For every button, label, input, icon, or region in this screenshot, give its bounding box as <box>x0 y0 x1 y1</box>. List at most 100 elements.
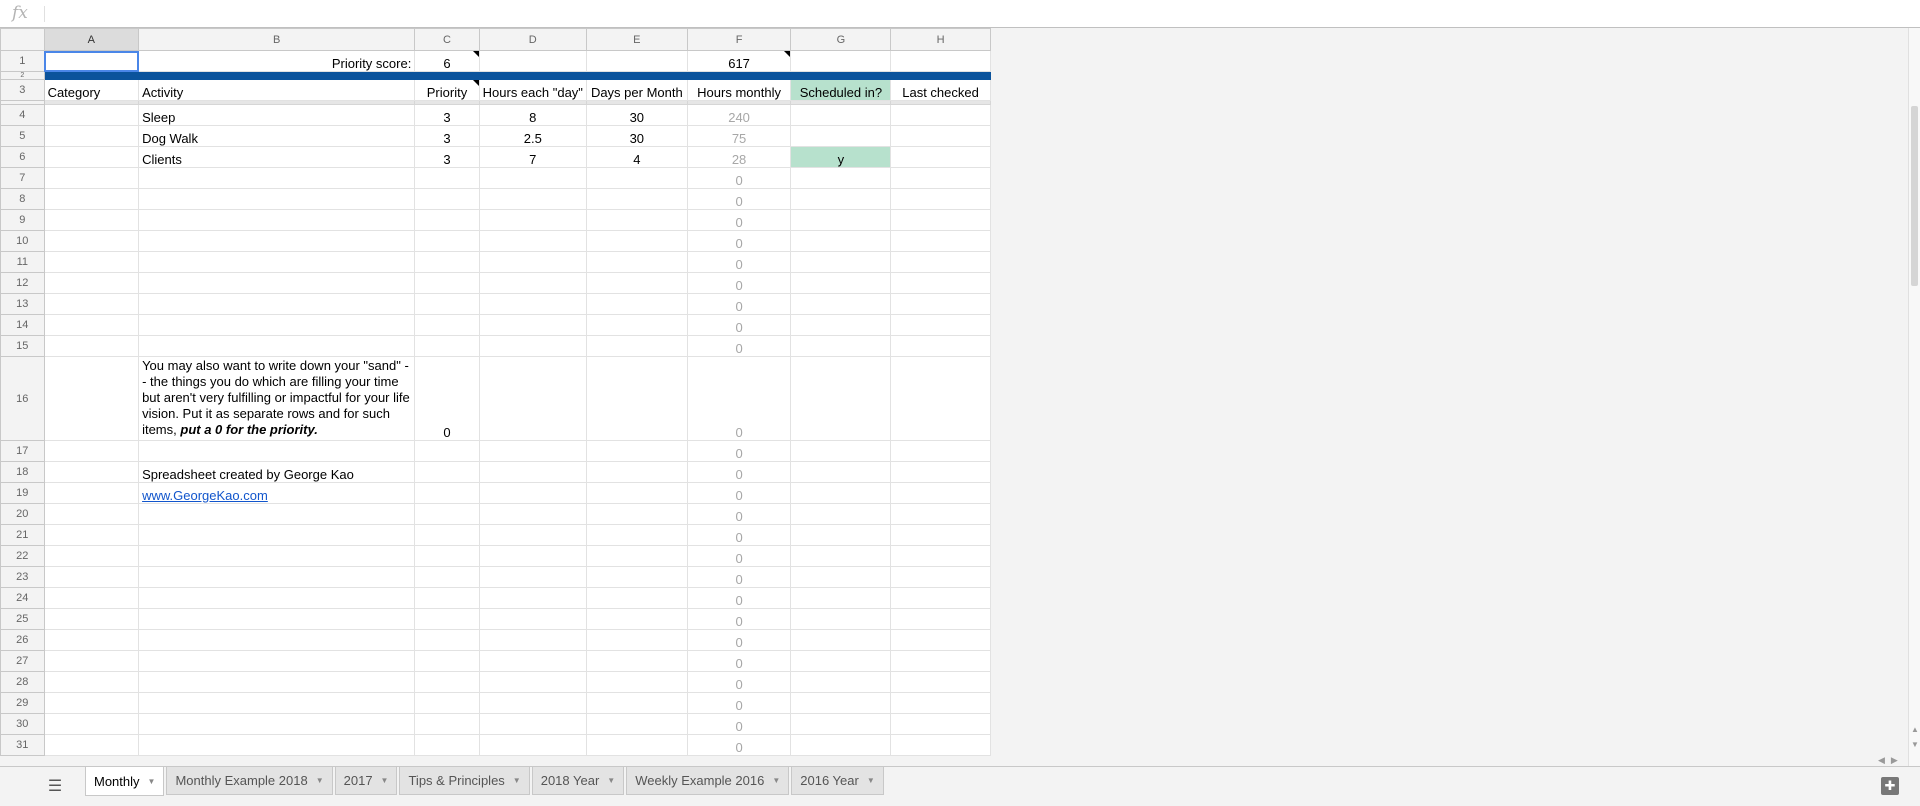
row-header[interactable]: 20 <box>0 503 45 525</box>
cell-c2[interactable] <box>414 71 480 80</box>
cell-f12[interactable]: 0 <box>686 272 792 294</box>
row-header[interactable]: 19 <box>0 482 45 504</box>
cell-f23[interactable]: 0 <box>686 566 792 588</box>
caret-down-icon[interactable]: ▼ <box>316 776 324 785</box>
row-header[interactable]: 13 <box>0 293 45 315</box>
cell-h4[interactable] <box>890 104 991 126</box>
row-header[interactable]: 25 <box>0 608 45 630</box>
cell-f27[interactable]: 0 <box>686 650 792 672</box>
cell-b6[interactable]: Clients <box>138 146 416 168</box>
row-header[interactable]: 2 <box>0 71 45 80</box>
row-header[interactable]: 3 <box>0 79 45 101</box>
cell-b19[interactable]: www.GeorgeKao.com <box>138 482 416 504</box>
column-header-b[interactable]: B <box>138 28 416 51</box>
scroll-left-icon[interactable]: ◀ <box>1878 755 1891 765</box>
cell-f20[interactable]: 0 <box>686 503 792 525</box>
caret-down-icon[interactable]: ▼ <box>381 776 389 785</box>
column-header-h[interactable]: H <box>890 28 991 51</box>
cell-f3[interactable]: Hours monthly <box>686 79 792 101</box>
row-header[interactable]: 30 <box>0 713 45 735</box>
cell-g5[interactable] <box>790 125 892 147</box>
cell-f2[interactable] <box>686 71 792 80</box>
cell-b4[interactable]: Sleep <box>138 104 416 126</box>
cell-a16[interactable] <box>43 356 140 441</box>
cell-a2[interactable] <box>43 71 140 80</box>
row-header[interactable]: 17 <box>0 440 45 462</box>
cell-f14[interactable]: 0 <box>686 314 792 336</box>
cell-b5[interactable]: Dog Walk <box>138 125 416 147</box>
cell-d3[interactable]: Hours each "day" <box>478 79 587 101</box>
row-header[interactable]: 1 <box>0 50 45 72</box>
cell-f8[interactable]: 0 <box>686 188 792 210</box>
row-header[interactable]: 21 <box>0 524 45 546</box>
column-header-e[interactable]: E <box>585 28 688 51</box>
sheet-tab-2017[interactable]: 2017 ▼ <box>334 767 398 795</box>
cell-a3[interactable]: Category <box>43 79 140 101</box>
scroll-down-icon[interactable]: ▼ <box>1911 740 1919 749</box>
cell-h3[interactable]: Last checked <box>890 79 991 101</box>
cell-b1[interactable]: Priority score: <box>138 50 416 72</box>
cell-f13[interactable]: 0 <box>686 293 792 315</box>
cell-b18[interactable]: Spreadsheet created by George Kao <box>138 461 416 483</box>
row-header[interactable]: 22 <box>0 545 45 567</box>
column-header-a[interactable]: A <box>43 28 140 51</box>
cell-a4[interactable] <box>43 104 140 126</box>
scrollbar-thumb[interactable] <box>1911 106 1918 286</box>
cell-e6[interactable]: 4 <box>585 146 688 168</box>
cell-b2[interactable] <box>138 71 416 80</box>
sheet-tab-2016-year[interactable]: 2016 Year ▼ <box>791 767 884 795</box>
cell-d6[interactable]: 7 <box>478 146 587 168</box>
cell-h1[interactable] <box>890 50 991 72</box>
cell-a5[interactable] <box>43 125 140 147</box>
row-header[interactable]: 26 <box>0 629 45 651</box>
column-header-g[interactable]: G <box>790 28 892 51</box>
cell-e3[interactable]: Days per Month <box>585 79 688 101</box>
explore-icon[interactable]: ✚ <box>1881 777 1899 795</box>
cell-f19[interactable]: 0 <box>686 482 792 504</box>
row-header[interactable]: 5 <box>0 125 45 147</box>
cell-c1[interactable]: 6 <box>414 50 480 72</box>
row-header[interactable]: 14 <box>0 314 45 336</box>
cell-f6[interactable]: 28 <box>686 146 792 168</box>
column-header-d[interactable]: D <box>478 28 587 51</box>
georgekao-link[interactable]: www.GeorgeKao.com <box>142 488 268 503</box>
cell-g1[interactable] <box>790 50 892 72</box>
caret-down-icon[interactable]: ▼ <box>513 776 521 785</box>
cell-f29[interactable]: 0 <box>686 692 792 714</box>
cell-f30[interactable]: 0 <box>686 713 792 735</box>
cell-f22[interactable]: 0 <box>686 545 792 567</box>
cell-d4[interactable]: 8 <box>478 104 587 126</box>
sheet-tab-2018-year[interactable]: 2018 Year ▼ <box>531 767 625 795</box>
hamburger-icon[interactable]: ☰ <box>40 773 70 801</box>
column-header-f[interactable]: F <box>686 28 792 51</box>
caret-down-icon[interactable]: ▼ <box>148 777 156 786</box>
row-header[interactable]: 12 <box>0 272 45 294</box>
caret-down-icon[interactable]: ▼ <box>607 776 615 785</box>
caret-down-icon[interactable]: ▼ <box>772 776 780 785</box>
cell-c4[interactable]: 3 <box>414 104 480 126</box>
cell-f28[interactable]: 0 <box>686 671 792 693</box>
cell-f26[interactable]: 0 <box>686 629 792 651</box>
cell-f5[interactable]: 75 <box>686 125 792 147</box>
cell-f24[interactable]: 0 <box>686 587 792 609</box>
cell-f31[interactable]: 0 <box>686 734 792 756</box>
cell-f21[interactable]: 0 <box>686 524 792 546</box>
vertical-scrollbar[interactable]: ▲ ▼ <box>1908 28 1920 766</box>
cell-h5[interactable] <box>890 125 991 147</box>
cell-e1[interactable] <box>585 50 688 72</box>
cell-c6[interactable]: 3 <box>414 146 480 168</box>
cell-f10[interactable]: 0 <box>686 230 792 252</box>
select-all-corner[interactable] <box>0 28 45 51</box>
cell-a6[interactable] <box>43 146 140 168</box>
column-header-c[interactable]: C <box>414 28 480 51</box>
cell-b16[interactable]: You may also want to write down your "sa… <box>138 356 416 441</box>
cell-b3[interactable]: Activity <box>138 79 416 101</box>
row-header[interactable]: 9 <box>0 209 45 231</box>
cell-f15[interactable]: 0 <box>686 335 792 357</box>
cell-f7[interactable]: 0 <box>686 167 792 189</box>
sheet-tab-weekly-example-2016[interactable]: Weekly Example 2016 ▼ <box>626 767 790 795</box>
cell-f18[interactable]: 0 <box>686 461 792 483</box>
scroll-up-icon[interactable]: ▲ <box>1911 725 1919 734</box>
cell-e4[interactable]: 30 <box>585 104 688 126</box>
cell-e5[interactable]: 30 <box>585 125 688 147</box>
